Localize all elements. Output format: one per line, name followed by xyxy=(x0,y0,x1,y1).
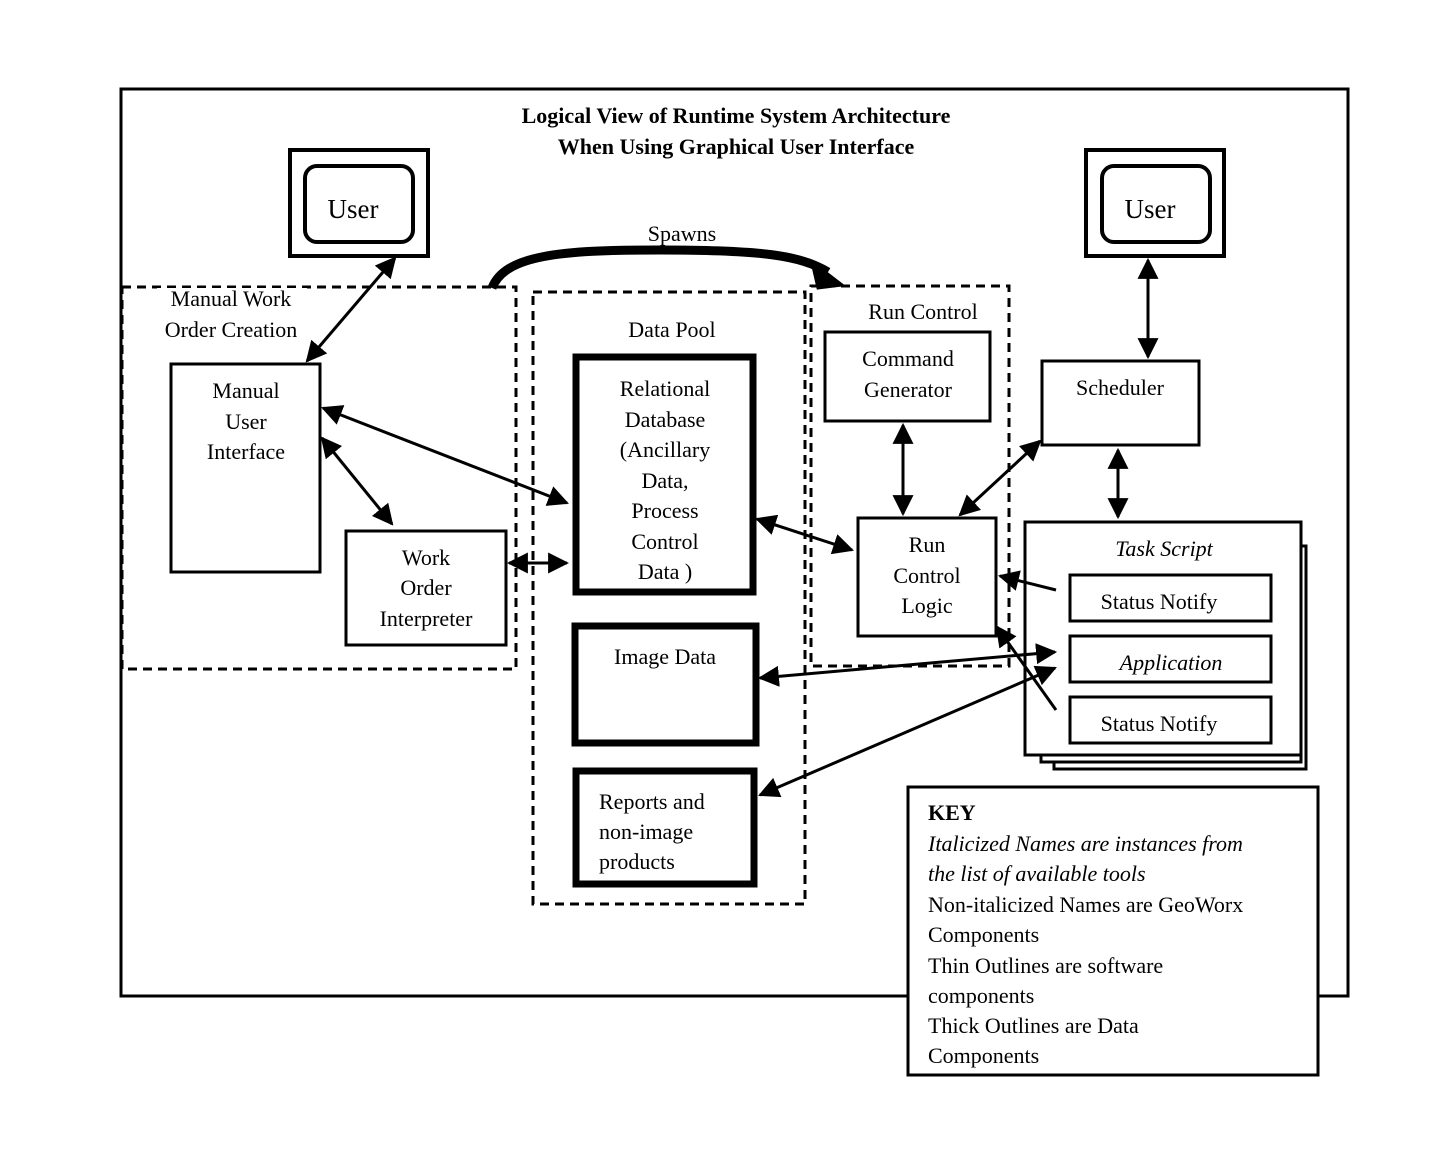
legend-key: KEY Italicized Names are instances from … xyxy=(906,785,1320,1077)
key-line-3: Thin Outlines are software xyxy=(928,953,1163,978)
group-manual-work-order-label-1: Manual Work xyxy=(171,286,292,311)
svg-text:Control: Control xyxy=(631,529,698,554)
user-terminal-right: User xyxy=(1084,148,1226,258)
connector-user-left-to-manual-ui xyxy=(305,256,397,363)
spawns-label: Spawns xyxy=(648,221,716,246)
svg-text:Status Notify: Status Notify xyxy=(1101,589,1218,614)
svg-text:Control: Control xyxy=(893,563,960,588)
task-script-label: Task Script xyxy=(1115,536,1213,561)
component-relational-database: Relational Database (Ancillary Data, Pro… xyxy=(572,353,757,596)
svg-text:Database: Database xyxy=(625,407,706,432)
svg-text:Image Data: Image Data xyxy=(614,644,716,669)
key-line-4: components xyxy=(928,983,1034,1008)
group-manual-work-order-label-2: Order Creation xyxy=(165,317,298,342)
svg-text:Manual: Manual xyxy=(212,378,279,403)
key-line-1: Non-italicized Names are GeoWorx xyxy=(928,892,1243,917)
svg-text:User: User xyxy=(225,409,267,434)
key-italic-line-1: Italicized Names are instances from xyxy=(927,831,1243,856)
key-line-2: Components xyxy=(928,922,1039,947)
title-line-2: When Using Graphical User Interface xyxy=(558,134,915,159)
key-italic-line-2: the list of available tools xyxy=(928,861,1146,886)
spawns-arrowhead-icon xyxy=(809,258,846,290)
component-scheduler: Scheduler xyxy=(1040,359,1201,447)
svg-text:Data,: Data, xyxy=(641,468,688,493)
group-data-pool-label: Data Pool xyxy=(628,317,715,342)
svg-text:(Ancillary: (Ancillary xyxy=(620,437,710,462)
component-application: Application xyxy=(1068,634,1273,684)
user-left-label: User xyxy=(328,194,379,224)
connector-manual-ui-to-relational-db xyxy=(321,405,569,506)
svg-text:Application: Application xyxy=(1118,650,1223,675)
component-image-data: Image Data xyxy=(571,622,760,747)
svg-text:Process: Process xyxy=(631,498,698,523)
component-task-script: Task Script Status Notify Application St… xyxy=(1023,520,1308,771)
svg-text:Scheduler: Scheduler xyxy=(1076,375,1165,400)
component-command-generator: Command Generator xyxy=(823,330,992,423)
component-manual-user-interface: Manual User Interface xyxy=(169,362,322,574)
user-terminal-left: User xyxy=(288,148,430,258)
key-line-6: Components xyxy=(928,1043,1039,1068)
group-run-control-label: Run Control xyxy=(868,299,977,324)
svg-text:Data ): Data ) xyxy=(638,559,692,584)
key-heading: KEY xyxy=(928,800,976,825)
svg-text:Logic: Logic xyxy=(901,593,953,618)
svg-text:Generator: Generator xyxy=(864,377,953,402)
user-right-label: User xyxy=(1125,194,1176,224)
svg-text:products: products xyxy=(599,849,675,874)
spawns-arc xyxy=(487,245,831,290)
architecture-diagram: Logical View of Runtime System Architect… xyxy=(119,87,1350,1077)
component-work-order-interpreter: Work Order Interpreter xyxy=(344,529,508,647)
key-line-5: Thick Outlines are Data xyxy=(928,1013,1139,1038)
svg-text:Relational: Relational xyxy=(620,376,710,401)
svg-text:non-image: non-image xyxy=(599,819,693,844)
component-reports: Reports and non-image products xyxy=(572,767,758,888)
svg-text:Work: Work xyxy=(402,545,450,570)
svg-text:Interpreter: Interpreter xyxy=(380,606,473,631)
component-status-notify-bottom: Status Notify xyxy=(1068,695,1273,745)
connector-scheduler-to-run-control-logic xyxy=(958,439,1042,517)
svg-text:Command: Command xyxy=(862,346,954,371)
svg-text:Run: Run xyxy=(909,532,946,557)
component-status-notify-top: Status Notify xyxy=(1068,573,1273,623)
connector-manual-ui-to-work-order xyxy=(320,436,394,526)
title-line-1: Logical View of Runtime System Architect… xyxy=(522,103,951,128)
svg-text:Status Notify: Status Notify xyxy=(1101,711,1218,736)
svg-text:Interface: Interface xyxy=(207,439,285,464)
component-run-control-logic: Run Control Logic xyxy=(856,516,998,638)
svg-text:Reports and: Reports and xyxy=(599,789,705,814)
svg-text:Order: Order xyxy=(400,575,452,600)
